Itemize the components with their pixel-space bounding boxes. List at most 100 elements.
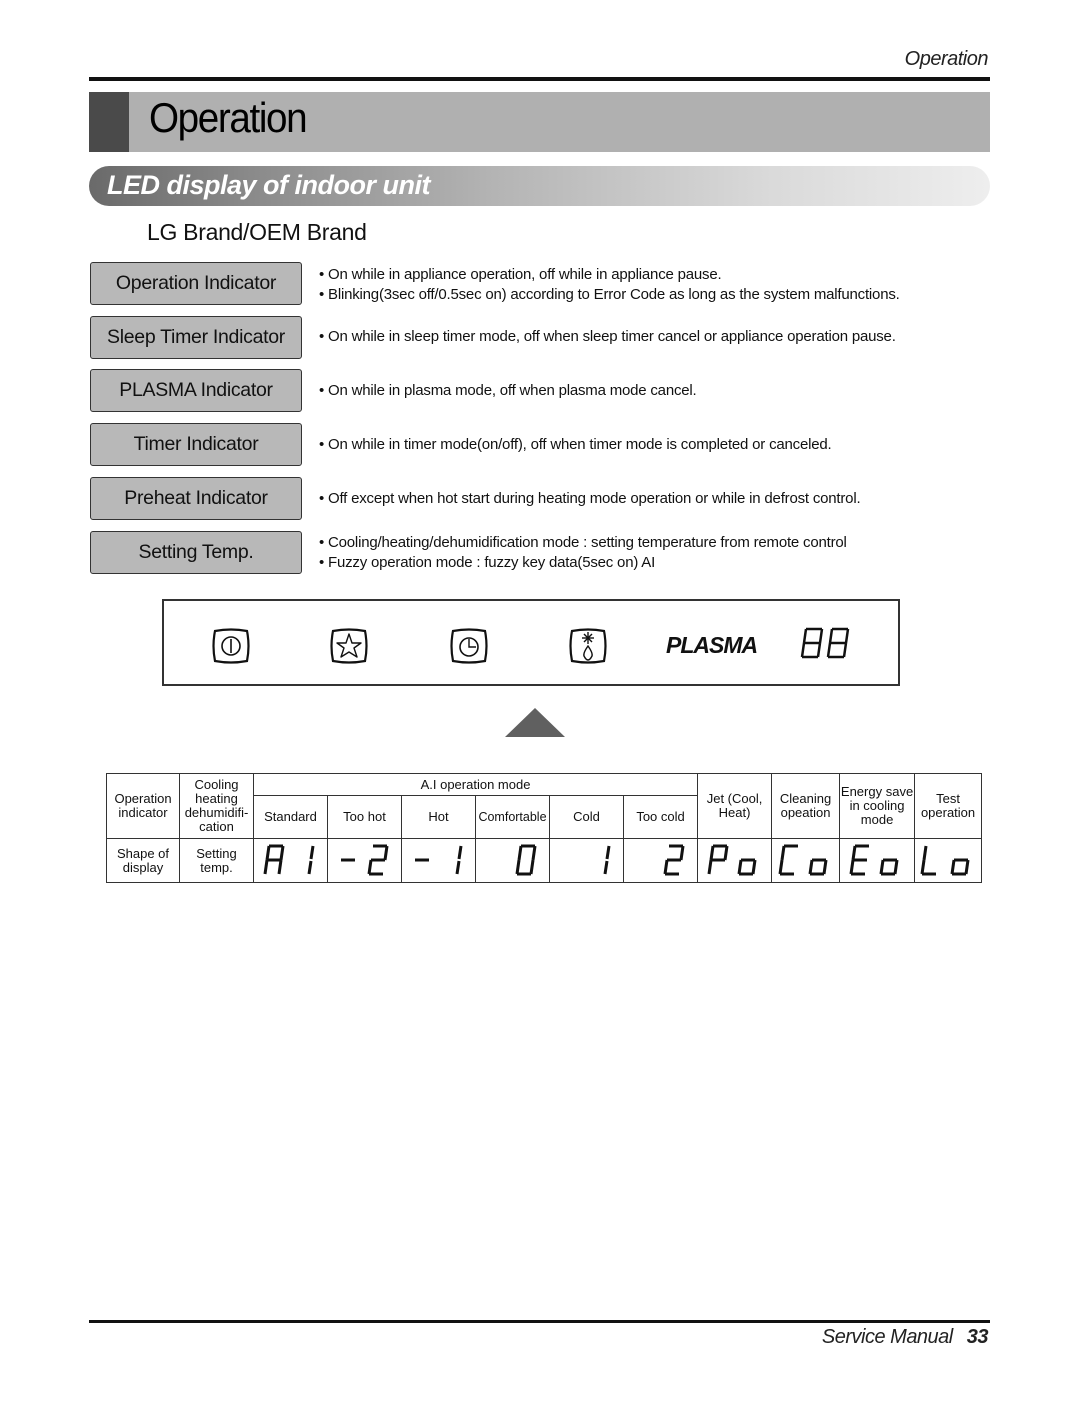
seven-segment-display	[849, 844, 899, 875]
desc-line: • On while in appliance operation, off w…	[319, 266, 722, 283]
plasma-label: PLASMA	[666, 632, 758, 658]
ai-subheader: Comfortable	[475, 795, 550, 839]
segment-c	[842, 642, 848, 658]
title-accent-block	[89, 92, 129, 152]
running-head: Operation	[904, 48, 989, 70]
power-icon	[210, 628, 252, 664]
page-title: Operation	[149, 94, 308, 141]
indicator-desc-timer: • On while in timer mode(on/off), off wh…	[319, 435, 832, 455]
segment-b	[309, 845, 314, 859]
segment-e	[707, 859, 713, 874]
ai-subheader: Cold	[549, 795, 624, 839]
segment-e	[849, 859, 855, 874]
display-cell	[327, 838, 402, 883]
seven-segment-display	[414, 845, 462, 874]
header-cleaning: Cleaning opeation	[771, 773, 841, 839]
page-number: 33	[966, 1326, 989, 1348]
segment-c	[893, 859, 899, 874]
indicator-label-sleep-timer: Sleep Timer Indicator	[90, 316, 302, 359]
seven-segment-display	[263, 844, 314, 874]
ai-subheader: Standard	[253, 795, 328, 839]
bottom-rule	[89, 1320, 990, 1323]
footer-label: Service Manual	[821, 1326, 953, 1348]
segment-e	[737, 859, 743, 874]
segment-e	[950, 859, 956, 874]
segment-e	[800, 642, 806, 658]
ai-subheader: Too hot	[327, 795, 402, 839]
segment-f	[709, 845, 715, 860]
segment-b	[818, 628, 824, 644]
header-ai-operation-mode: A.I operation mode	[252, 773, 699, 796]
seven-segment-display	[663, 844, 685, 875]
seven-segment-display	[603, 845, 610, 874]
desc-line: • Off except when hot start during heati…	[319, 490, 861, 507]
indicator-label-timer: Timer Indicator	[90, 423, 302, 466]
indicator-desc-preheat: • Off except when hot start during heati…	[319, 489, 861, 509]
display-cell	[253, 838, 328, 883]
indicator-desc-plasma: • On while in plasma mode, off when plas…	[319, 381, 697, 401]
title-band: Operation	[89, 92, 990, 152]
segment-f	[517, 845, 522, 860]
top-rule	[89, 77, 990, 81]
seven-segment-display	[778, 844, 828, 875]
segment-e	[808, 859, 814, 874]
desc-line: • On while in plasma mode, off when plas…	[319, 382, 697, 399]
desc-line: • Cooling/heating/dehumidification mode …	[319, 534, 847, 551]
section-title: LED display of indoor unit	[107, 170, 430, 200]
segment-f	[828, 628, 834, 644]
display-cell	[771, 838, 841, 883]
header-test-operation: Test operation	[914, 773, 983, 839]
indicator-label-operation: Operation Indicator	[90, 262, 302, 305]
segment-b	[279, 845, 284, 860]
seven-segment-display	[340, 844, 388, 875]
pointer-triangle-icon	[505, 708, 565, 737]
led-display-panel: PLASMA	[162, 599, 900, 686]
segment-c	[822, 859, 828, 874]
display-cell	[401, 838, 476, 883]
segment-c	[603, 860, 608, 874]
segment-f	[802, 628, 808, 644]
segment-b	[723, 845, 729, 860]
sleep-star-icon	[328, 628, 370, 664]
segment-e	[920, 859, 926, 874]
display-cell	[697, 838, 773, 883]
ai-subheader: Hot	[401, 795, 476, 839]
segment-f	[265, 845, 270, 860]
indicator-desc-sleep-timer: • On while in sleep timer mode, off when…	[319, 327, 896, 347]
desc-line: • On while in timer mode(on/off), off wh…	[319, 436, 832, 453]
segment-c	[455, 860, 460, 874]
section-band: LED display of indoor unit	[89, 166, 990, 206]
page-footer: Service Manual 33	[821, 1326, 989, 1349]
segment-c	[751, 859, 757, 874]
indicator-desc-operation: • On while in appliance operation, off w…	[319, 265, 900, 305]
segment-b	[457, 845, 462, 859]
indicator-label-preheat: Preheat Indicator	[90, 477, 302, 520]
brand-subtitle: LG Brand/OEM Brand	[147, 219, 367, 245]
segment-e	[778, 859, 784, 874]
segment-c	[816, 642, 822, 658]
header-cooling-heating: Cooling heating dehumidifi- cation	[179, 773, 254, 839]
segment-e	[263, 859, 268, 874]
indicator-label-plasma: PLASMA Indicator	[90, 369, 302, 412]
seven-segment-display	[515, 844, 536, 875]
segment-e	[367, 859, 372, 874]
segment-c	[277, 859, 282, 874]
preheat-icon	[567, 628, 609, 664]
segment-f	[922, 845, 928, 860]
row-label-setting: Setting temp.	[179, 838, 254, 883]
display-cell	[622, 838, 699, 883]
segment-c	[307, 860, 312, 874]
seven-segment-88	[800, 627, 856, 666]
desc-line: • Blinking(3sec off/0.5sec on) according…	[319, 286, 900, 303]
segment-b	[844, 628, 850, 644]
segment-c	[964, 859, 970, 874]
segment-c	[529, 859, 534, 874]
segment-b	[383, 845, 388, 860]
header-jet: Jet (Cool, Heat)	[697, 773, 773, 839]
segment-e	[515, 859, 520, 874]
segment-f	[851, 845, 857, 860]
led-display-table: Operation indicator Cooling heating dehu…	[106, 773, 983, 883]
display-cell	[475, 838, 550, 883]
seven-segment-display	[920, 845, 970, 875]
desc-line: • Fuzzy operation mode : fuzzy key data(…	[319, 554, 656, 571]
